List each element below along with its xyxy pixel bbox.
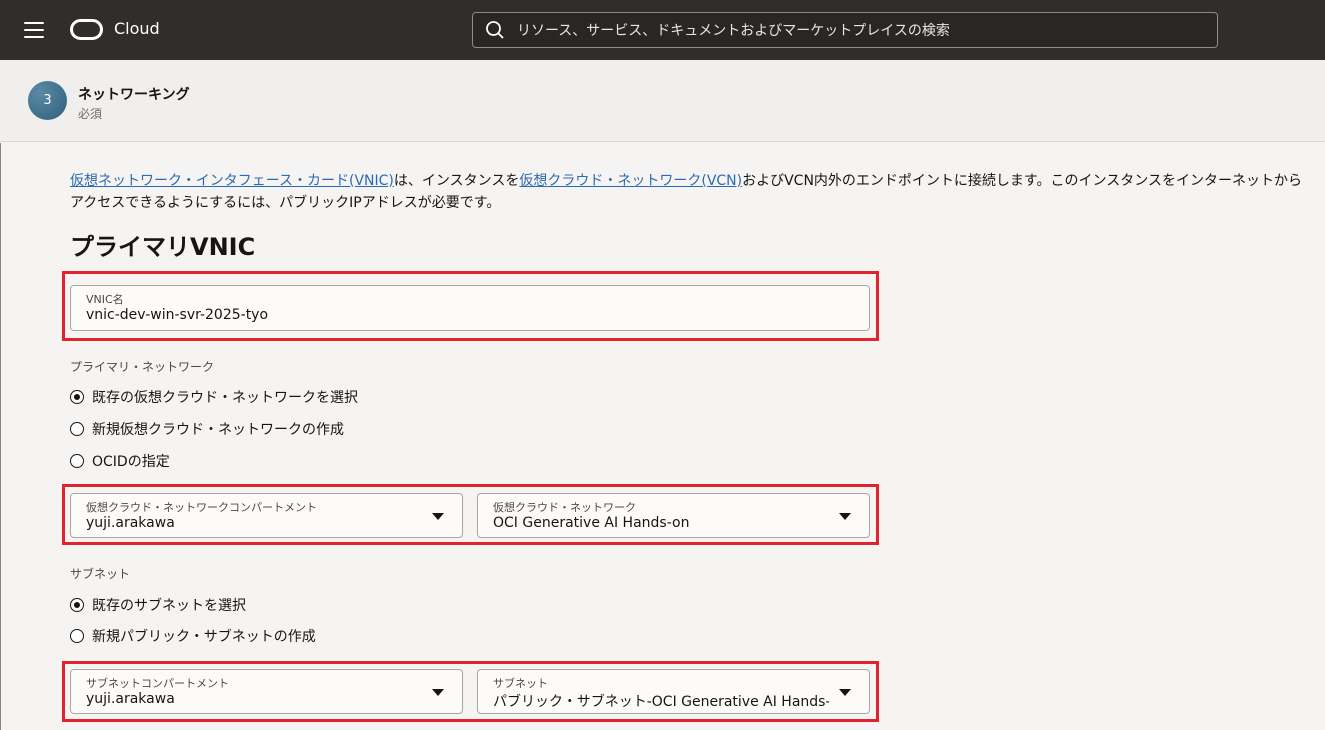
radio-specify-ocid-label: OCIDの指定	[92, 454, 170, 470]
vnic-name-value: vnic-dev-win-svr-2025-tyo	[86, 307, 269, 323]
subnet-compartment-value: yuji.arakawa	[86, 691, 175, 707]
radio-new-subnet-label: 新規パブリック・サブネットの作成	[92, 629, 316, 645]
search-placeholder: リソース、サービス、ドキュメントおよびマーケットプレイスの検索	[517, 23, 950, 39]
radio-new-subnet[interactable]: 新規パブリック・サブネットの作成	[70, 626, 316, 646]
vcn-compartment-label: 仮想クラウド・ネットワークコンパートメント	[86, 501, 317, 514]
chevron-down-icon	[432, 513, 444, 520]
step-header	[0, 60, 1325, 142]
top-navigation-bar: Cloud リソース、サービス、ドキュメントおよびマーケットプレイスの検索	[0, 0, 1325, 60]
step-required-label: 必須	[78, 107, 103, 121]
section-title: プライマリVNIC	[70, 233, 256, 261]
radio-selected-icon	[70, 598, 84, 612]
chevron-down-icon	[839, 689, 851, 696]
step-number-badge: 3	[28, 81, 67, 120]
radio-selected-icon	[70, 390, 84, 404]
subnet-select[interactable]: サブネット パブリック・サブネット-OCI Generative AI Hand…	[477, 669, 870, 714]
search-bar[interactable]: リソース、サービス、ドキュメントおよびマーケットプレイスの検索	[472, 12, 1218, 48]
subnet-label: サブネット	[493, 677, 548, 690]
chevron-down-icon	[432, 689, 444, 696]
subnet-section-label: サブネット	[70, 567, 131, 581]
radio-unselected-icon	[70, 629, 84, 643]
primary-network-label: プライマリ・ネットワーク	[70, 360, 215, 374]
vcn-help-link[interactable]: 仮想クラウド・ネットワーク(VCN)	[519, 173, 742, 189]
vcn-compartment-select[interactable]: 仮想クラウド・ネットワークコンパートメント yuji.arakawa	[70, 493, 463, 538]
vcn-select[interactable]: 仮想クラウド・ネットワーク OCI Generative AI Hands-on	[477, 493, 870, 538]
radio-existing-subnet[interactable]: 既存のサブネットを選択	[70, 595, 246, 615]
intro-text: 仮想ネットワーク・インタフェース・カード(VNIC)は、インスタンスを仮想クラウ…	[70, 170, 1310, 214]
vnic-name-label: VNIC名	[86, 293, 124, 306]
radio-existing-subnet-label: 既存のサブネットを選択	[92, 598, 246, 614]
brand-name: Cloud	[114, 19, 160, 38]
step-title: ネットワーキング	[78, 87, 190, 103]
vcn-label: 仮想クラウド・ネットワーク	[493, 501, 636, 514]
vnic-help-link[interactable]: 仮想ネットワーク・インタフェース・カード(VNIC)	[70, 173, 394, 189]
chevron-down-icon	[839, 513, 851, 520]
step-connector-line	[0, 143, 1, 730]
radio-unselected-icon	[70, 454, 84, 468]
search-icon	[486, 21, 504, 39]
vcn-compartment-value: yuji.arakawa	[86, 515, 175, 531]
subnet-value: パブリック・サブネット-OCI Generative AI Hands-on	[493, 694, 829, 710]
radio-specify-ocid[interactable]: OCIDの指定	[70, 451, 170, 471]
vnic-name-field[interactable]: VNIC名 vnic-dev-win-svr-2025-tyo	[70, 285, 870, 331]
vcn-value: OCI Generative AI Hands-on	[493, 515, 690, 531]
menu-icon[interactable]	[24, 22, 44, 38]
radio-existing-vcn[interactable]: 既存の仮想クラウド・ネットワークを選択	[70, 387, 358, 407]
radio-unselected-icon	[70, 422, 84, 436]
subnet-compartment-select[interactable]: サブネットコンパートメント yuji.arakawa	[70, 669, 463, 714]
intro-text-1: は、インスタンスを	[393, 173, 520, 189]
radio-existing-vcn-label: 既存の仮想クラウド・ネットワークを選択	[92, 390, 358, 406]
radio-new-vcn-label: 新規仮想クラウド・ネットワークの作成	[92, 422, 344, 438]
oracle-logo-icon[interactable]	[70, 19, 103, 40]
radio-new-vcn[interactable]: 新規仮想クラウド・ネットワークの作成	[70, 419, 344, 439]
subnet-compartment-label: サブネットコンパートメント	[86, 677, 229, 690]
